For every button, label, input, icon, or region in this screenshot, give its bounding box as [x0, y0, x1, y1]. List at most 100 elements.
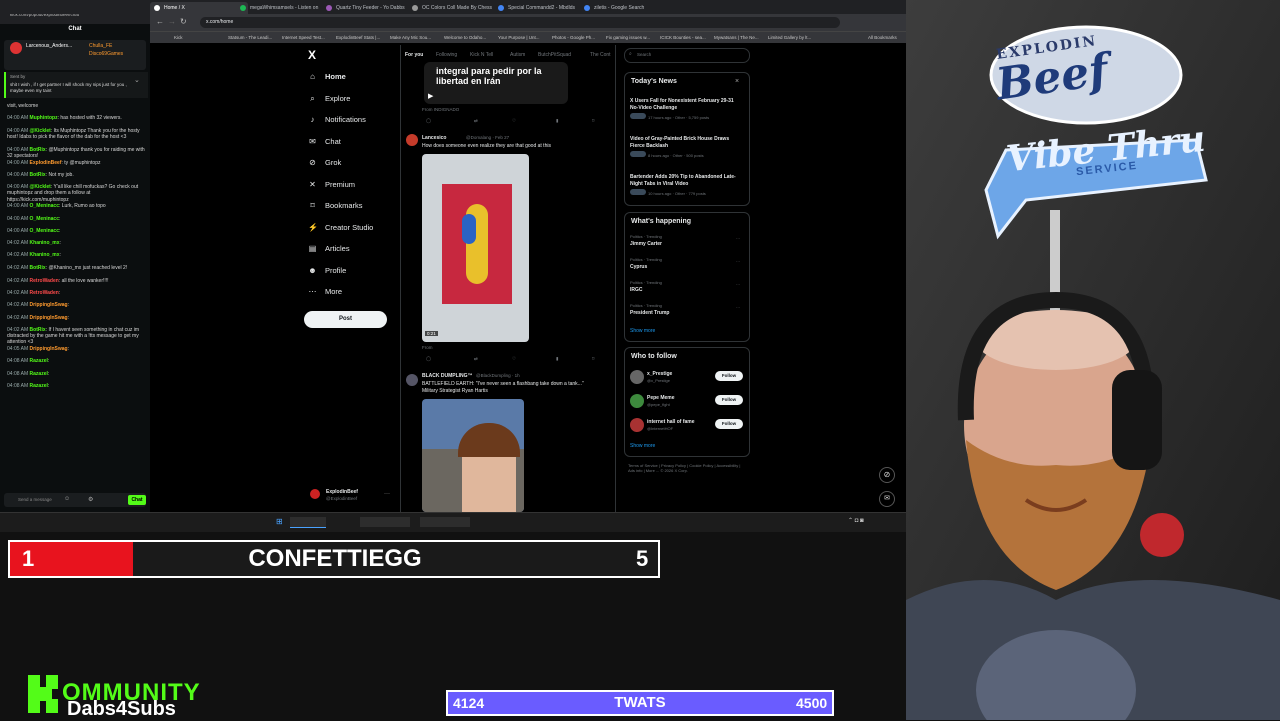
search-input[interactable]: ⌕ Search — [624, 48, 750, 63]
nav-item-more[interactable]: ⋯ More — [308, 287, 343, 296]
bookmark-item[interactable]: Fix gaming issues w... — [606, 35, 650, 40]
news-headline[interactable]: Video of Gray-Painted Brick House Draws … — [630, 136, 742, 149]
chat-username[interactable]: @Kicklet — [30, 184, 51, 190]
bookmark-item[interactable]: ICICK Bounties - sea... — [660, 35, 706, 40]
nav-item-grok[interactable]: ⊘ Grok — [308, 158, 341, 167]
emote-icon[interactable]: ☺ — [64, 496, 70, 502]
avatar[interactable] — [630, 370, 644, 384]
feed-tab[interactable]: ButchPitSquad — [538, 52, 571, 58]
repost-icon[interactable]: ⇄ — [474, 118, 478, 124]
feed-tab[interactable]: The Cont — [590, 52, 611, 58]
bookmark-item[interactable]: Statsum - The Leadi... — [228, 35, 272, 40]
back-icon[interactable]: ← — [156, 17, 164, 26]
chat-username[interactable]: O_Meninacc — [30, 228, 59, 234]
follow-name[interactable]: internet hall of fame — [647, 419, 695, 425]
chat-username[interactable]: BotRix — [30, 265, 46, 271]
more-icon[interactable]: ··· — [736, 305, 740, 310]
more-icon[interactable]: ··· — [736, 236, 740, 241]
grok-icon[interactable]: ⊘ — [879, 467, 895, 483]
bookmark-item[interactable]: Your Purpose | Unt... — [498, 35, 540, 40]
chat-username[interactable]: DrippingInSwag — [30, 315, 68, 321]
account-name[interactable]: ExplodinBeef — [326, 489, 358, 495]
pinned-user2[interactable]: Chulla_FE — [89, 43, 112, 49]
more-icon[interactable]: ··· — [384, 491, 390, 497]
repost-icon[interactable]: ⇄ — [474, 356, 478, 362]
chat-username[interactable]: BotRix — [30, 172, 46, 178]
post-button[interactable]: Post — [304, 311, 387, 328]
browser-tab[interactable]: megaWhimsamsels - Listen on — [236, 2, 334, 14]
browser-tab[interactable]: Quartz Tiny Feeder - Yo Dabbs — [322, 2, 420, 14]
trend-topic[interactable]: IRGC — [630, 287, 643, 293]
nav-item-home[interactable]: ⌂ Home — [308, 72, 346, 81]
nav-item-premium[interactable]: ✕ Premium — [308, 180, 355, 189]
like-icon[interactable]: ♡ — [512, 356, 516, 362]
chat-username[interactable]: RetroWaden — [30, 278, 59, 284]
forward-icon[interactable]: → — [168, 17, 176, 26]
chat-username[interactable]: RetroWaden — [30, 290, 59, 296]
more-icon[interactable]: ··· — [736, 282, 740, 287]
post-video[interactable] — [422, 399, 524, 512]
avatar[interactable] — [406, 374, 418, 386]
trend-topic[interactable]: President Trump — [630, 310, 669, 316]
post-author[interactable]: Lancesico — [422, 135, 446, 141]
follow-button[interactable]: Follow — [715, 419, 743, 429]
chat-username[interactable]: Razazel — [30, 358, 48, 364]
nav-item-explore[interactable]: ⌕ Explore — [308, 94, 350, 103]
more-icon[interactable]: ··· — [736, 259, 740, 264]
show-more-follow[interactable]: Show more — [630, 443, 655, 449]
bookmark-item[interactable]: All Bookmarks — [868, 35, 897, 40]
footer-links[interactable]: Terms of Service | Privacy Policy | Cook… — [628, 463, 746, 473]
nav-item-chat[interactable]: ✉ Chat — [308, 137, 341, 146]
follow-name[interactable]: x_Prestige — [647, 371, 672, 377]
chat-username[interactable]: O_Meninacc — [30, 203, 59, 209]
feed-tab[interactable]: Autism — [510, 52, 525, 58]
post-media[interactable]: integral para pedir por la libertad en I… — [424, 62, 568, 104]
chat-username[interactable]: O_Meninacc — [30, 216, 59, 222]
avatar[interactable] — [406, 134, 418, 146]
play-icon[interactable]: ▶ — [428, 92, 433, 100]
nav-item-profile[interactable]: ☻ Profile — [308, 266, 346, 275]
avatar[interactable] — [630, 418, 644, 432]
chat-username[interactable]: DrippingInSwag — [30, 302, 68, 308]
send-chat-button[interactable]: Chat — [128, 495, 146, 505]
chat-username[interactable]: Khanino_mx — [30, 252, 60, 258]
gear-icon[interactable]: ⚙ — [88, 496, 93, 503]
nav-item-articles[interactable]: ▤ Articles — [308, 244, 350, 253]
follow-button[interactable]: Follow — [715, 371, 743, 381]
bookmark-item[interactable]: Limited Gallery by lt... — [768, 35, 811, 40]
browser-tab[interactable]: Special Commandd2 - Mbdlds — [494, 2, 592, 14]
taskbar-kick[interactable] — [360, 517, 410, 527]
chat-username[interactable]: BotRix — [30, 147, 46, 153]
chevron-down-icon[interactable]: ⌄ — [134, 76, 140, 84]
views-icon[interactable]: ▮ — [556, 118, 558, 124]
feed-tab[interactable]: Kick N Tell — [470, 52, 493, 58]
close-icon[interactable]: × — [735, 78, 739, 85]
tray-icons[interactable]: ⌃ ◘ ◙ — [848, 517, 864, 524]
chat-input[interactable]: Send a message ☺ ⚙ — [4, 493, 146, 507]
post-video[interactable]: 0:21 — [422, 154, 529, 342]
nav-item-creator-studio[interactable]: ⚡ Creator Studio — [308, 223, 373, 232]
pinned-user[interactable]: Larcenous_Anders... — [26, 43, 72, 49]
chat-username[interactable]: Muphintopz — [30, 115, 58, 121]
browser-tab[interactable]: Home / X — [150, 2, 248, 14]
chat-username[interactable]: ExplodinBeef — [30, 160, 62, 166]
pinned-message[interactable]: Sent by shit I wish , if I get partner I… — [4, 72, 148, 98]
feed-tab[interactable]: Following — [436, 52, 457, 58]
news-headline[interactable]: Bartender Adds 20% Tip to Abandoned Late… — [630, 174, 742, 187]
chat-username[interactable]: Razazel — [30, 371, 48, 377]
avatar[interactable] — [630, 394, 644, 408]
bookmark-item[interactable]: Welcome to Odaho... — [444, 35, 486, 40]
show-more-trends[interactable]: Show more — [630, 328, 655, 334]
bookmark-icon[interactable]: ⌑ — [592, 118, 594, 124]
chat-username[interactable]: Khanino_mx — [30, 240, 60, 246]
bookmark-item[interactable]: ExplodinBeef Stats |... — [336, 35, 380, 40]
reply-icon[interactable]: ◯ — [426, 118, 431, 124]
chat-username[interactable]: DrippingInSwag — [30, 346, 68, 352]
chat-username[interactable]: BotRix — [30, 327, 46, 333]
chat-username[interactable]: Razazel — [30, 383, 48, 389]
address-bar[interactable]: x.com/home — [200, 17, 840, 28]
reply-icon[interactable]: ◯ — [426, 356, 431, 362]
reload-icon[interactable]: ↻ — [180, 17, 187, 26]
browser-tab[interactable]: ziletis - Google Search — [580, 2, 678, 14]
bookmark-icon[interactable]: ⌑ — [592, 356, 594, 362]
